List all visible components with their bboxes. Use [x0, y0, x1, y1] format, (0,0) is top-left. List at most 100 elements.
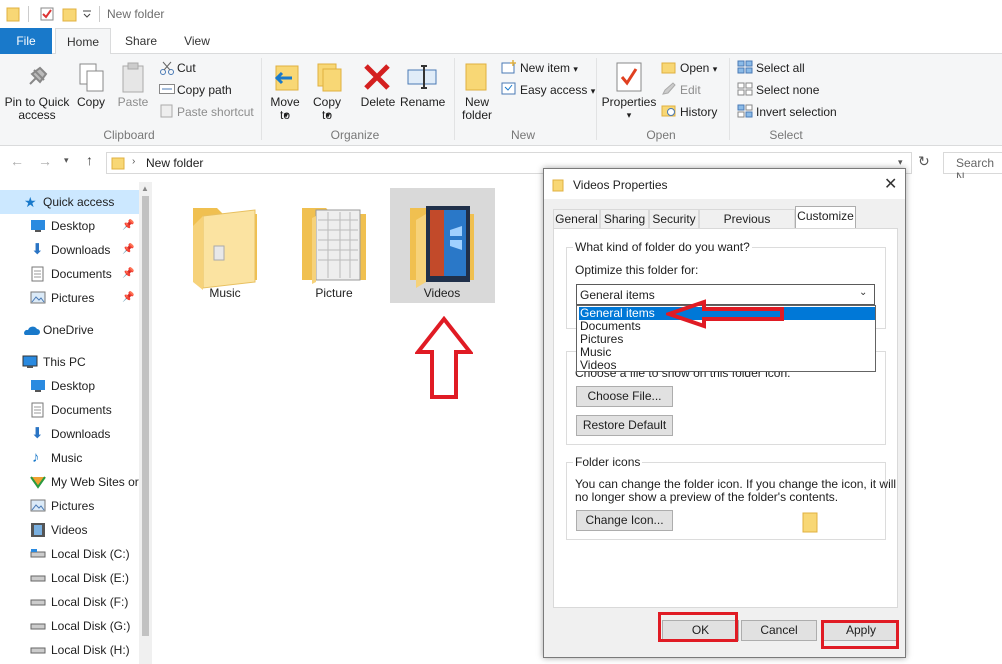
nav-item-desktop[interactable]: Desktop 📌: [0, 214, 140, 238]
delete-button[interactable]: Delete: [358, 96, 398, 109]
tab-view[interactable]: View: [172, 28, 222, 54]
properties-icon[interactable]: [39, 6, 55, 22]
folder-item-videos[interactable]: Videos: [390, 188, 495, 303]
pin-icon: 📌: [122, 268, 135, 279]
pictures-icon: [30, 499, 46, 512]
back-arrow-icon[interactable]: ←: [10, 153, 24, 169]
star-icon: ★: [24, 194, 37, 210]
folder-icon: [302, 208, 366, 284]
nav-item-quick-access[interactable]: ★ Quick access: [0, 190, 140, 214]
close-icon[interactable]: ✕: [884, 174, 897, 194]
scroll-thumb[interactable]: [142, 196, 149, 636]
new-folder-icon: [465, 63, 487, 91]
paste-shortcut-button[interactable]: Paste shortcut: [177, 105, 254, 119]
film-icon: [31, 523, 45, 537]
nav-item-this-pc[interactable]: This PC: [0, 350, 140, 374]
new-item-dropdown-icon: ▾: [573, 64, 578, 74]
nav-item-documents[interactable]: Documents 📌: [0, 262, 140, 286]
pin-to-quick-access-button[interactable]: Pin to Quick access: [2, 96, 72, 122]
tab-security[interactable]: Security: [649, 209, 699, 228]
tab-sharing[interactable]: Sharing: [600, 209, 649, 228]
nav-item-onedrive[interactable]: OneDrive: [0, 318, 140, 342]
new-item-button[interactable]: New item ▾: [520, 61, 578, 76]
folder-preview-icon: [802, 512, 818, 533]
cut-icon: [160, 61, 174, 75]
edit-button[interactable]: Edit: [680, 83, 701, 97]
recent-locations-icon[interactable]: ▾: [64, 155, 69, 166]
nav-item-pictures[interactable]: Pictures 📌: [0, 286, 140, 310]
nav-item-local-disk-e[interactable]: Local Disk (E:): [0, 566, 140, 590]
address-dropdown-icon[interactable]: ▾: [898, 157, 903, 168]
cancel-button[interactable]: Cancel: [741, 620, 817, 641]
tab-share[interactable]: Share: [116, 28, 166, 54]
nav-item-pc-downloads[interactable]: ⬇ Downloads: [0, 422, 140, 446]
nav-item-downloads[interactable]: ⬇ Downloads 📌: [0, 238, 140, 262]
folder-item-picture[interactable]: Picture: [284, 188, 384, 300]
folder-icons-text-2: no longer show a preview of the folder's…: [575, 490, 839, 504]
folder-item-music[interactable]: Music: [175, 188, 275, 300]
copy-button[interactable]: Copy: [74, 96, 108, 109]
nav-item-pc-desktop[interactable]: Desktop: [0, 374, 140, 398]
invert-selection-button[interactable]: Invert selection: [756, 105, 837, 119]
cloud-icon: [24, 326, 40, 335]
folder-icons-legend: Folder icons: [573, 455, 643, 469]
paste-button[interactable]: Paste: [115, 96, 151, 109]
tab-general[interactable]: General: [553, 209, 600, 228]
up-arrow-icon[interactable]: ↑: [86, 152, 93, 168]
select-all-button[interactable]: Select all: [756, 61, 805, 75]
select-none-icon: [737, 82, 753, 96]
history-button[interactable]: History: [680, 105, 717, 119]
tab-customize[interactable]: Customize: [795, 206, 856, 229]
properties-dropdown-icon[interactable]: ▾: [622, 109, 636, 122]
search-input[interactable]: Search N: [943, 152, 1002, 184]
nav-item-pc-videos[interactable]: Videos: [0, 518, 140, 542]
properties-button[interactable]: Properties: [600, 96, 658, 109]
nav-item-pc-pictures[interactable]: Pictures: [0, 494, 140, 518]
option-videos[interactable]: Videos: [579, 359, 875, 372]
open-button[interactable]: Open ▾: [680, 61, 717, 76]
nav-item-local-disk-c[interactable]: Local Disk (C:): [0, 542, 140, 566]
breadcrumb-chevron-icon[interactable]: ›: [132, 156, 135, 167]
clipboard-group-label: Clipboard: [103, 128, 155, 142]
address-path[interactable]: New folder: [146, 156, 203, 170]
history-icon: [661, 105, 676, 117]
open-dropdown-icon: ▾: [712, 64, 718, 74]
move-to-dropdown-icon[interactable]: ▾: [279, 109, 293, 122]
scroll-up-icon[interactable]: ▲: [141, 184, 149, 193]
restore-default-button[interactable]: Restore Default: [576, 415, 673, 436]
title-bar: New folder: [0, 0, 1002, 28]
forward-arrow-icon[interactable]: →: [38, 153, 52, 169]
select-group-label: Select: [769, 128, 803, 142]
annotation-left-arrow: [666, 299, 784, 329]
copy-path-button[interactable]: Copy path: [177, 83, 232, 97]
cut-button[interactable]: Cut: [177, 61, 196, 75]
option-pictures[interactable]: Pictures: [579, 333, 875, 346]
nav-item-pc-my-web-sites[interactable]: My Web Sites or: [0, 470, 140, 494]
new-folder-icon[interactable]: [62, 6, 78, 22]
choose-file-button[interactable]: Choose File...: [576, 386, 673, 407]
tab-previous-versions[interactable]: Previous Versions: [699, 209, 795, 244]
select-none-button[interactable]: Select none: [756, 83, 819, 97]
optimize-label: Optimize this folder for:: [575, 263, 699, 277]
nav-scrollbar[interactable]: ▲: [139, 182, 152, 664]
nav-item-local-disk-h[interactable]: Local Disk (H:): [0, 638, 140, 662]
easy-access-button[interactable]: Easy access ▾: [520, 83, 595, 98]
nav-item-label: Desktop: [51, 219, 96, 233]
easy-access-label: Easy access: [520, 83, 588, 97]
nav-item-local-disk-f[interactable]: Local Disk (F:): [0, 590, 140, 614]
window-title: New folder: [107, 7, 165, 21]
copy-to-dropdown-icon[interactable]: ▾: [321, 109, 335, 122]
change-icon-button[interactable]: Change Icon...: [576, 510, 673, 531]
refresh-icon[interactable]: ↻: [918, 153, 930, 170]
nav-item-pc-music[interactable]: ♪ Music: [0, 446, 140, 470]
option-music[interactable]: Music: [579, 346, 875, 359]
customize-toolbar-icon[interactable]: [82, 9, 92, 19]
tab-file[interactable]: File: [0, 28, 52, 54]
chevron-down-icon[interactable]: ⌄: [859, 287, 867, 298]
nav-item-label: Local Disk (F:): [51, 595, 129, 609]
nav-item-local-disk-g[interactable]: Local Disk (G:): [0, 614, 140, 638]
tab-home[interactable]: Home: [55, 28, 111, 55]
rename-button[interactable]: Rename: [400, 96, 445, 109]
nav-item-pc-documents[interactable]: Documents: [0, 398, 140, 422]
new-folder-button[interactable]: New folder: [456, 96, 498, 122]
